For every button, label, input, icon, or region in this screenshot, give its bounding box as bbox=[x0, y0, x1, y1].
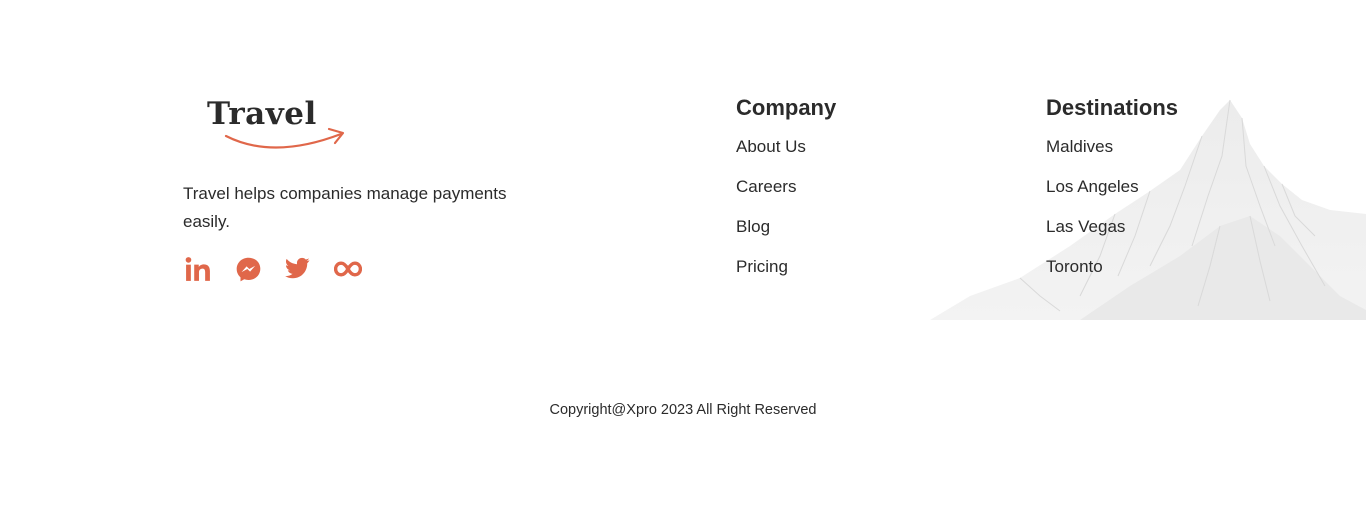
site-footer: Travel Travel helps companies manage pay… bbox=[0, 0, 1366, 506]
destinations-heading: Destinations bbox=[1046, 95, 1179, 120]
list-item: Pricing bbox=[736, 254, 836, 294]
list-item: Toronto bbox=[1046, 254, 1178, 294]
blog-link[interactable]: Blog bbox=[736, 217, 770, 236]
twitter-link[interactable] bbox=[283, 254, 313, 284]
logo-link[interactable]: Travel bbox=[207, 96, 377, 158]
copyright-text: Copyright@Xpro 2023 All Right Reserved bbox=[549, 402, 817, 418]
list-item: Blog bbox=[736, 214, 836, 254]
toronto-link[interactable]: Toronto bbox=[1046, 257, 1103, 276]
infinity-link[interactable] bbox=[333, 254, 363, 284]
maldives-link[interactable]: Maldives bbox=[1046, 137, 1113, 156]
list-item: Las Vegas bbox=[1046, 214, 1178, 254]
about-us-link[interactable]: About Us bbox=[736, 137, 806, 156]
los-angeles-link[interactable]: Los Angeles bbox=[1046, 177, 1139, 196]
messenger-link[interactable] bbox=[233, 254, 263, 284]
messenger-icon bbox=[236, 257, 260, 281]
careers-link[interactable]: Careers bbox=[736, 177, 796, 196]
pricing-link[interactable]: Pricing bbox=[736, 257, 788, 276]
logo-swoosh-icon bbox=[224, 127, 345, 149]
infinity-icon bbox=[334, 261, 362, 277]
list-item: About Us bbox=[736, 134, 836, 174]
list-item: Careers bbox=[736, 174, 836, 214]
brand-tagline: Travel helps companies manage payments e… bbox=[183, 184, 507, 231]
brand-block: Travel Travel helps companies manage pay… bbox=[183, 96, 553, 284]
company-heading: Company bbox=[736, 95, 837, 120]
company-links: About Us Careers Blog Pricing bbox=[736, 134, 836, 294]
linkedin-link[interactable] bbox=[183, 254, 213, 284]
company-column: Company About Us Careers Blog Pricing bbox=[736, 94, 836, 294]
las-vegas-link[interactable]: Las Vegas bbox=[1046, 217, 1125, 236]
list-item: Los Angeles bbox=[1046, 174, 1178, 214]
list-item: Maldives bbox=[1046, 134, 1178, 174]
destinations-links: Maldives Los Angeles Las Vegas Toronto bbox=[1046, 134, 1178, 294]
twitter-icon bbox=[285, 257, 310, 279]
destinations-column: Destinations Maldives Los Angeles Las Ve… bbox=[1046, 94, 1178, 294]
social-links bbox=[183, 254, 553, 284]
linkedin-icon bbox=[185, 257, 210, 281]
